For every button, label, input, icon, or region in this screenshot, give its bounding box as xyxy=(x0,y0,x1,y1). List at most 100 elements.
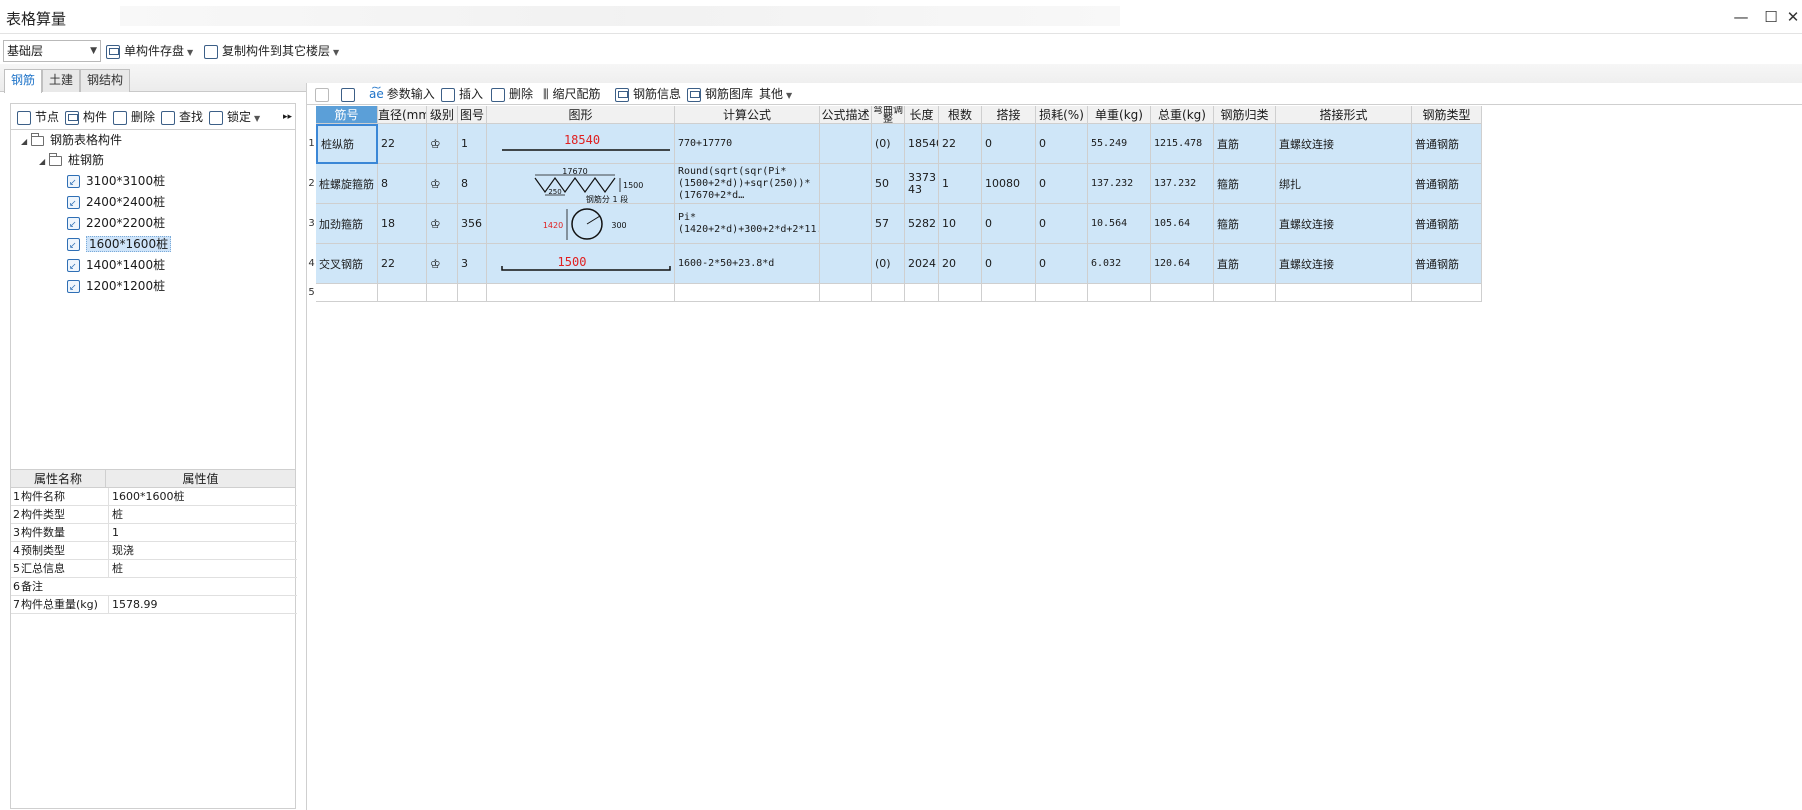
property-row[interactable]: 4 预制类型 现浇 xyxy=(11,542,297,560)
property-value[interactable]: 1578.99 xyxy=(108,596,293,613)
save-component-button[interactable]: 单构件存盘 ▼ xyxy=(106,41,193,61)
empty-cell[interactable] xyxy=(1088,284,1151,302)
empty-cell[interactable] xyxy=(1036,284,1088,302)
cell-lap[interactable]: 10080 xyxy=(982,164,1036,204)
cell-lap[interactable]: 0 xyxy=(982,204,1036,244)
empty-cell[interactable] xyxy=(1276,284,1412,302)
cell-category[interactable]: 箍筋 xyxy=(1214,204,1276,244)
col-header-bend-adjust[interactable]: 弯曲调整 xyxy=(872,106,905,124)
delete-row-button[interactable]: 删除 xyxy=(491,85,533,103)
cell-rebar-type[interactable]: 普通钢筋 xyxy=(1412,124,1482,164)
empty-cell[interactable] xyxy=(939,284,982,302)
property-row[interactable]: 1 构件名称 1600*1600桩 xyxy=(11,488,297,506)
empty-cell[interactable] xyxy=(675,284,820,302)
cell-count[interactable]: 10 xyxy=(939,204,982,244)
col-header-length[interactable]: 长度 xyxy=(905,106,939,124)
cell-figure-no[interactable]: 1 xyxy=(458,124,487,164)
copy-to-floor-button[interactable]: 复制构件到其它楼层 ▼ xyxy=(204,41,339,61)
cell-formula-desc[interactable] xyxy=(820,244,872,284)
row-number[interactable]: 5 xyxy=(307,284,316,302)
rebar-info-button[interactable]: 钢筋信息 xyxy=(615,85,681,103)
cell-formula[interactable]: 770+17770 xyxy=(675,124,820,164)
collapse-panel-icon[interactable]: ▸▸ xyxy=(283,108,292,126)
property-value[interactable]: 1600*1600桩 xyxy=(108,488,293,505)
cell-grade[interactable]: ♔ xyxy=(427,244,458,284)
cell-loss[interactable]: 0 xyxy=(1036,164,1088,204)
cell-grade[interactable]: ♔ xyxy=(427,164,458,204)
cell-bar-name[interactable]: 交叉钢筋 xyxy=(316,244,378,284)
cell-bar-name[interactable]: 桩纵筋 xyxy=(316,124,378,164)
cell-shape[interactable]: 1420 300 xyxy=(487,204,675,244)
col-header-formula[interactable]: 计算公式 xyxy=(675,106,820,124)
cell-diameter[interactable]: 22 xyxy=(378,124,427,164)
row-number[interactable]: 4 xyxy=(307,244,316,284)
delete-button[interactable]: 删除 xyxy=(113,108,155,126)
cell-bend-adjust[interactable]: 57 xyxy=(872,204,905,244)
cell-total-weight[interactable]: 120.64 xyxy=(1151,244,1214,284)
tab-steel-structure[interactable]: 钢结构 xyxy=(80,69,131,92)
cell-unit-weight[interactable]: 6.032 xyxy=(1088,244,1151,284)
cell-unit-weight[interactable]: 10.564 xyxy=(1088,204,1151,244)
cell-length[interactable]: 18540 xyxy=(905,124,939,164)
col-header-formula-desc[interactable]: 公式描述 xyxy=(820,106,872,124)
property-row[interactable]: 6 备注 xyxy=(11,578,297,596)
cell-figure-no[interactable]: 356 xyxy=(458,204,487,244)
maximize-button[interactable]: ☐ xyxy=(1756,6,1786,28)
chevron-down-icon[interactable]: ▼ xyxy=(254,114,260,123)
empty-cell[interactable] xyxy=(982,284,1036,302)
cell-total-weight[interactable]: 1215.478 xyxy=(1151,124,1214,164)
cell-unit-weight[interactable]: 137.232 xyxy=(1088,164,1151,204)
empty-cell[interactable] xyxy=(1214,284,1276,302)
col-header-loss[interactable]: 损耗(%) xyxy=(1036,106,1088,124)
property-value[interactable]: 1 xyxy=(108,524,293,541)
col-header-count[interactable]: 根数 xyxy=(939,106,982,124)
col-header-figure-no[interactable]: 图号 xyxy=(458,106,487,124)
move-up-button[interactable] xyxy=(315,85,333,103)
col-header-rebar-type[interactable]: 钢筋类型 xyxy=(1412,106,1482,124)
row-number[interactable]: 2 xyxy=(307,164,316,204)
tree-item-1200[interactable]: 1200*1200桩 xyxy=(67,276,165,298)
cell-lap-type[interactable]: 直螺纹连接 xyxy=(1276,124,1412,164)
cell-figure-no[interactable]: 8 xyxy=(458,164,487,204)
other-menu-button[interactable]: 其他 ▼ xyxy=(759,85,792,103)
col-header-lap[interactable]: 搭接 xyxy=(982,106,1036,124)
cell-lap-type[interactable]: 直螺纹连接 xyxy=(1276,244,1412,284)
empty-cell[interactable] xyxy=(820,284,872,302)
col-header-diameter[interactable]: 直径(mm) xyxy=(378,106,427,124)
cell-count[interactable]: 22 xyxy=(939,124,982,164)
empty-cell[interactable] xyxy=(316,284,378,302)
tree-root[interactable]: ◢ 钢筋表格构件 xyxy=(21,130,122,150)
empty-cell[interactable] xyxy=(487,284,675,302)
cell-lap-type[interactable]: 直螺纹连接 xyxy=(1276,204,1412,244)
tree-item-1600[interactable]: 1600*1600桩 xyxy=(67,234,172,256)
add-component-button[interactable]: 构件 xyxy=(65,108,107,126)
property-row[interactable]: 7 构件总重量(kg) 1578.99 xyxy=(11,596,297,614)
cell-unit-weight[interactable]: 55.249 xyxy=(1088,124,1151,164)
cell-grade[interactable]: ♔ xyxy=(427,124,458,164)
cell-length[interactable]: 337343 xyxy=(905,164,939,204)
cell-rebar-type[interactable]: 普通钢筋 xyxy=(1412,164,1482,204)
cell-length[interactable]: 2024 xyxy=(905,244,939,284)
property-row[interactable]: 2 构件类型 桩 xyxy=(11,506,297,524)
col-header-lap-type[interactable]: 搭接形式 xyxy=(1276,106,1412,124)
insert-button[interactable]: 插入 xyxy=(441,85,483,103)
property-value[interactable]: 现浇 xyxy=(108,542,293,559)
tree-item-2400[interactable]: 2400*2400桩 xyxy=(67,192,165,214)
empty-cell[interactable] xyxy=(872,284,905,302)
cell-formula-desc[interactable] xyxy=(820,164,872,204)
col-header-total-weight[interactable]: 总重(kg) xyxy=(1151,106,1214,124)
add-node-button[interactable]: 节点 xyxy=(17,108,59,126)
cell-bar-name[interactable]: 桩螺旋箍筋 xyxy=(316,164,378,204)
cell-lap[interactable]: 0 xyxy=(982,124,1036,164)
property-value[interactable]: 桩 xyxy=(108,506,293,523)
empty-cell[interactable] xyxy=(378,284,427,302)
cell-formula[interactable]: Pi*(1420+2*d)+300+2*d+2*11.9*d xyxy=(675,204,820,244)
cell-loss[interactable]: 0 xyxy=(1036,204,1088,244)
lock-button[interactable]: 锁定 ▼ xyxy=(209,108,260,126)
cell-bend-adjust[interactable]: (0) xyxy=(872,244,905,284)
empty-cell[interactable] xyxy=(458,284,487,302)
cell-rebar-type[interactable]: 普通钢筋 xyxy=(1412,204,1482,244)
empty-cell[interactable] xyxy=(1412,284,1482,302)
cell-diameter[interactable]: 8 xyxy=(378,164,427,204)
row-number[interactable]: 3 xyxy=(307,204,316,244)
